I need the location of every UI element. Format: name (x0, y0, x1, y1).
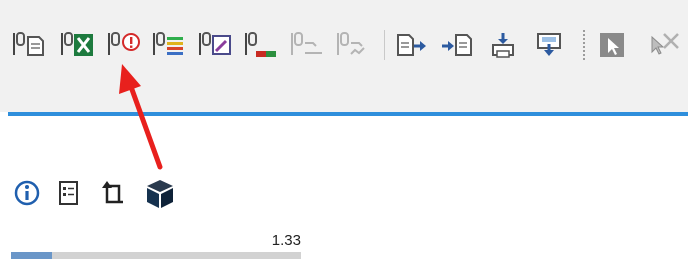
properties-button[interactable] (54, 178, 84, 213)
annotation-arrow-icon (119, 64, 163, 170)
select-cursor-button[interactable] (596, 29, 632, 61)
printer-icon (492, 33, 514, 58)
toolbar-separator (384, 30, 385, 60)
select-cursor-icon (600, 33, 624, 57)
color-scale-button[interactable] (152, 29, 188, 61)
export-button[interactable] (394, 29, 430, 61)
info-circle-icon (108, 32, 140, 55)
edit-frame-icon (199, 32, 231, 55)
progress-bar-fill (11, 252, 52, 259)
info-tool-button[interactable] (107, 29, 143, 61)
chart-disabled-button-1[interactable] (290, 29, 326, 61)
save-download-icon (537, 33, 561, 56)
3d-box-icon (147, 180, 173, 208)
properties-sheet-icon (59, 181, 78, 205)
import-arrow-icon (442, 34, 472, 56)
panel-icon-row (0, 178, 200, 212)
info-button[interactable] (12, 178, 42, 213)
3d-box-button[interactable] (144, 178, 176, 215)
report-page-button[interactable] (12, 29, 48, 61)
export-arrow-icon (397, 34, 426, 56)
pick-cursor-button[interactable] (644, 29, 684, 61)
toolbar-grip (583, 30, 585, 60)
report-page-icon (13, 32, 44, 56)
color-bar-icon (245, 32, 276, 57)
save-download-button[interactable] (534, 29, 570, 61)
chart-disabled-icon (291, 32, 322, 55)
edit-frame-button[interactable] (198, 29, 234, 61)
new-item-button[interactable] (98, 178, 128, 213)
color-scale-icon (153, 32, 183, 55)
chart-disabled-icon (337, 32, 365, 55)
import-button[interactable] (440, 29, 476, 61)
chart-disabled-button-2[interactable] (336, 29, 372, 61)
excel-export-button[interactable] (60, 29, 96, 61)
progress-value-label: 1.33 (271, 232, 301, 249)
new-item-icon (102, 181, 123, 204)
color-bar-button[interactable] (244, 29, 280, 61)
print-button[interactable] (488, 29, 524, 61)
pick-cursor-icon (651, 33, 679, 55)
excel-export-icon (61, 32, 93, 56)
toolbar (0, 0, 688, 112)
info-icon (14, 180, 40, 206)
progress-bar (11, 252, 301, 259)
